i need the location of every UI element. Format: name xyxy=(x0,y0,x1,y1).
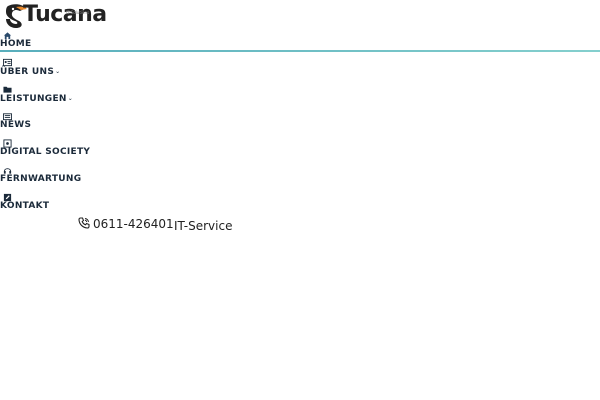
it-service-label: IT-Service xyxy=(174,219,233,233)
phone-link[interactable]: 0611-426401 xyxy=(93,217,174,231)
nav-item-leistungen[interactable]: LEISTUNGEN⌄ xyxy=(0,83,600,110)
chevron-down-icon[interactable]: ⌄ xyxy=(55,68,60,75)
nav-item-digital-society[interactable]: DIGITAL SOCIETY xyxy=(0,137,600,164)
logo-subtitle: IT-Solutions xyxy=(66,10,90,15)
nav-label-leistungen: LEISTUNGEN⌄ xyxy=(0,94,74,104)
nav-label-fernwartung: FERNWARTUNG xyxy=(0,174,82,184)
nav-label-digital-society: DIGITAL SOCIETY xyxy=(0,147,91,157)
phone-icon xyxy=(78,217,90,229)
main-navigation: HOME ÜBER UNS⌄ LEISTUNGEN⌄ NEWS DIGITAL … xyxy=(0,29,600,218)
site-logo[interactable]: Tucana IT-Solutions xyxy=(4,2,107,29)
logo-wordmark: Tucana xyxy=(23,2,107,27)
nav-label-ueber-uns: ÜBER UNS⌄ xyxy=(0,67,61,77)
nav-label-news: NEWS xyxy=(0,120,32,130)
nav-item-fernwartung[interactable]: FERNWARTUNG xyxy=(0,164,600,191)
nav-item-ueber-uns[interactable]: ÜBER UNS⌄ xyxy=(0,56,600,83)
nav-label-kontakt: KONTAKT xyxy=(0,201,50,211)
nav-item-news[interactable]: NEWS xyxy=(0,110,600,137)
nav-label-home: HOME xyxy=(0,39,32,49)
nav-item-kontakt[interactable]: KONTAKT xyxy=(0,191,600,218)
nav-item-home[interactable]: HOME xyxy=(0,29,600,56)
chevron-down-icon[interactable]: ⌄ xyxy=(68,95,73,102)
